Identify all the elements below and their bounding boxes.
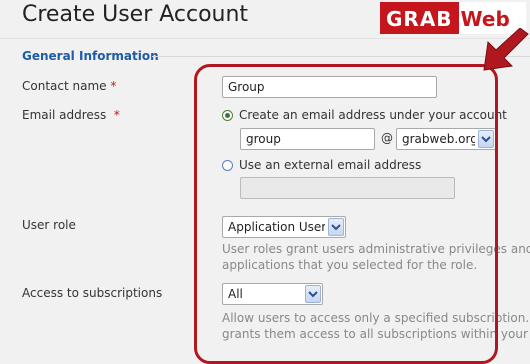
email-label-text: Email address xyxy=(22,108,107,122)
section-title: General Information xyxy=(22,49,159,63)
subscriptions-label: Access to subscriptions xyxy=(22,286,163,300)
email-label: Email address * xyxy=(22,108,120,122)
required-marker: * xyxy=(110,79,117,93)
page-title: Create User Account xyxy=(22,2,249,27)
red-arrow-icon xyxy=(483,28,529,71)
required-marker: * xyxy=(113,108,120,122)
user-role-label: User role xyxy=(22,218,76,232)
header-divider xyxy=(0,38,530,39)
highlight-box xyxy=(194,64,498,364)
contact-name-label: Contact name * xyxy=(22,79,116,93)
logo-grab: GRAB xyxy=(380,2,459,34)
section-divider xyxy=(152,56,530,57)
contact-name-label-text: Contact name xyxy=(22,79,107,93)
